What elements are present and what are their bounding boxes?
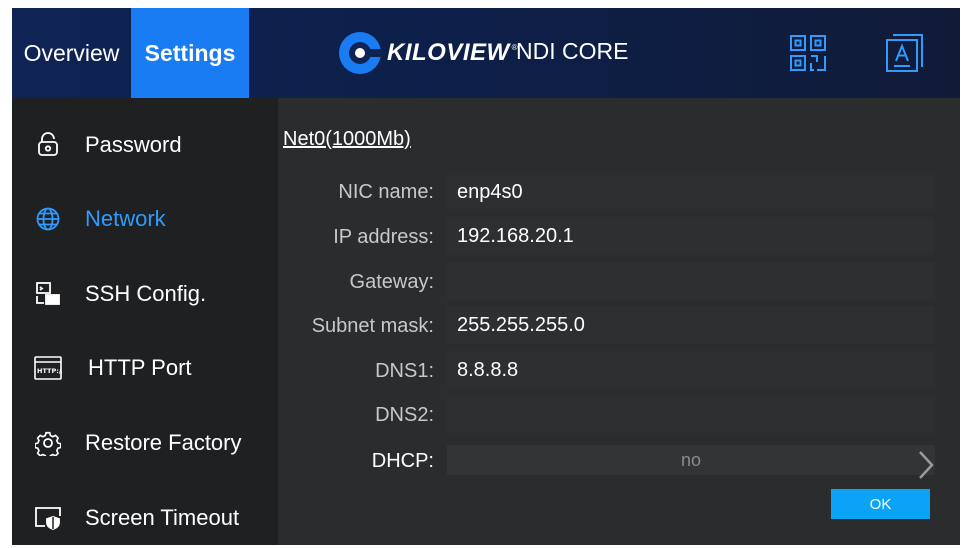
ip-address-label: IP address: — [333, 226, 434, 248]
nic-name-field[interactable]: enp4s0 — [447, 173, 935, 211]
dns2-label: DNS2: — [375, 404, 434, 426]
brand-name: KILOVIEW — [387, 39, 510, 66]
ok-button[interactable]: OK — [831, 489, 930, 519]
gear-icon — [34, 429, 62, 457]
dns1-field[interactable]: 8.8.8.8 — [447, 351, 935, 389]
sidebar-item-label: Password — [85, 132, 182, 157]
dns2-field[interactable] — [447, 395, 935, 433]
sidebar-item-screen-timeout[interactable]: Screen Timeout — [12, 488, 278, 545]
settings-sidebar: Password Network SSH Config. HTTP:// HTT… — [12, 98, 278, 545]
sidebar-item-label: SSH Config. — [85, 281, 207, 306]
gateway-field[interactable] — [447, 262, 935, 300]
top-header: Overview Settings KILOVIEW ® NDI CORE — [12, 8, 960, 98]
sidebar-item-label: Restore Factory — [85, 430, 242, 455]
product-name: NDI CORE — [516, 38, 629, 64]
ip-address-field[interactable]: 192.168.20.1 — [447, 217, 935, 255]
qr-code-icon[interactable] — [788, 33, 828, 73]
network-settings-panel: Net0(1000Mb) NIC name: enp4s0 IP address… — [278, 98, 960, 545]
sidebar-item-label: HTTP Port — [88, 355, 192, 380]
sidebar-item-restore-factory[interactable]: Restore Factory — [12, 413, 278, 473]
lock-icon — [34, 131, 62, 159]
globe-icon — [34, 205, 62, 233]
sidebar-item-ssh-config[interactable]: SSH Config. — [12, 264, 278, 324]
tab-overview[interactable]: Overview — [12, 8, 131, 98]
sidebar-item-label: Screen Timeout — [85, 505, 240, 530]
sidebar-item-network[interactable]: Network — [12, 189, 278, 249]
sidebar-item-label: Network — [85, 206, 166, 231]
sidebar-item-password[interactable]: Password — [12, 115, 278, 175]
svg-text:HTTP://: HTTP:// — [37, 367, 62, 375]
network-interface-title[interactable]: Net0(1000Mb) — [283, 128, 411, 151]
dns1-label: DNS1: — [375, 360, 434, 382]
dhcp-select[interactable]: no — [447, 445, 935, 475]
language-icon[interactable] — [884, 33, 924, 73]
ssh-terminal-icon — [34, 280, 62, 308]
chevron-right-icon[interactable] — [914, 448, 938, 482]
gateway-label: Gateway: — [349, 271, 434, 293]
subnet-mask-field[interactable]: 255.255.255.0 — [447, 306, 935, 344]
http-window-icon: HTTP:// — [34, 354, 62, 382]
subnet-mask-label: Subnet mask: — [311, 315, 434, 337]
kiloview-logo-mark-icon — [339, 32, 383, 74]
kiloview-logo: KILOVIEW ® — [337, 28, 518, 78]
sidebar-item-http-port[interactable]: HTTP:// HTTP Port — [12, 338, 278, 398]
tab-settings[interactable]: Settings — [131, 8, 249, 98]
device-screen: Overview Settings KILOVIEW ® NDI CORE Pa… — [12, 8, 960, 545]
dhcp-label: DHCP: — [371, 450, 434, 472]
nic-name-label: NIC name: — [338, 181, 434, 203]
screen-shield-icon — [34, 504, 62, 532]
